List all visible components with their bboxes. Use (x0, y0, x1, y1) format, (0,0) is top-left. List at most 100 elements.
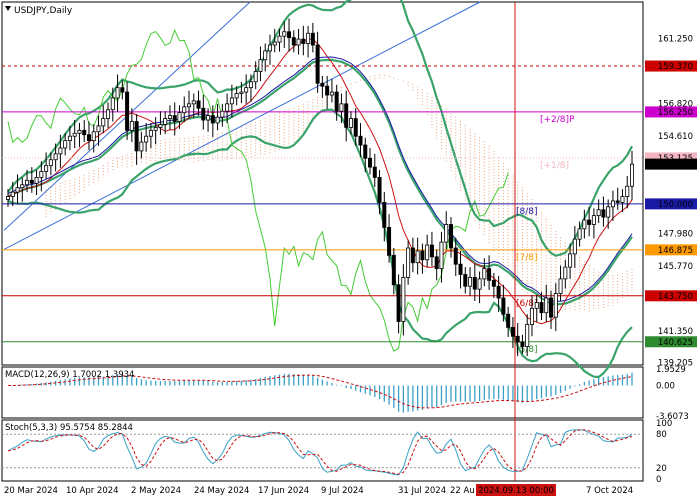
candle-body[interactable] (382, 201, 387, 228)
candle-body[interactable] (91, 131, 96, 142)
candle-body[interactable] (563, 266, 568, 280)
candle-body[interactable] (396, 284, 401, 322)
candle-body[interactable] (615, 200, 620, 203)
candle-body[interactable] (206, 115, 211, 121)
candle-body[interactable] (315, 44, 320, 84)
candle-body[interactable] (353, 118, 358, 137)
candle-body[interactable] (401, 277, 406, 322)
candle-body[interactable] (420, 250, 425, 261)
candle-body[interactable] (48, 159, 53, 167)
candle-body[interactable] (187, 103, 192, 108)
candle-body[interactable] (296, 38, 301, 46)
candle-body[interactable] (320, 82, 325, 87)
candle-body[interactable] (39, 171, 44, 178)
candle-body[interactable] (101, 118, 106, 127)
candle-body[interactable] (439, 241, 444, 269)
candle-body[interactable] (77, 129, 82, 134)
candle-body[interactable] (282, 31, 287, 37)
candle-body[interactable] (220, 110, 225, 118)
candle-body[interactable] (596, 209, 601, 217)
candle-body[interactable] (549, 297, 554, 318)
candle-body[interactable] (86, 134, 91, 142)
candle-body[interactable] (515, 335, 520, 343)
candle-body[interactable] (272, 41, 277, 46)
candle-body[interactable] (110, 97, 115, 111)
candle-body[interactable] (568, 253, 573, 268)
candle-body[interactable] (53, 153, 58, 161)
candle-body[interactable] (448, 224, 453, 249)
candle-body[interactable] (429, 244, 434, 258)
candle-body[interactable] (244, 87, 249, 93)
candle-body[interactable] (134, 121, 139, 152)
candle-body[interactable] (344, 103, 349, 128)
candle-body[interactable] (125, 91, 130, 131)
candle-body[interactable] (458, 263, 463, 275)
candle-body[interactable] (58, 147, 63, 155)
candle-body[interactable] (391, 254, 396, 286)
candle-body[interactable] (258, 59, 263, 72)
candle-body[interactable] (139, 141, 144, 152)
candle-body[interactable] (601, 209, 606, 218)
candle-body[interactable] (406, 247, 411, 278)
candle-body[interactable] (329, 91, 334, 96)
candle-body[interactable] (6, 196, 11, 200)
candles[interactable] (6, 18, 635, 357)
candle-body[interactable] (291, 37, 296, 46)
candle-body[interactable] (410, 247, 415, 264)
candle-body[interactable] (339, 103, 344, 112)
candle-body[interactable] (368, 157, 373, 168)
candle-body[interactable] (306, 32, 311, 44)
candle-body[interactable] (153, 126, 158, 131)
candle-body[interactable] (553, 293, 558, 318)
candle-body[interactable] (196, 100, 201, 109)
candle-body[interactable] (482, 268, 487, 280)
candle-body[interactable] (215, 116, 220, 124)
candle-body[interactable] (182, 106, 187, 114)
candle-body[interactable] (234, 93, 239, 99)
candle-body[interactable] (67, 135, 72, 142)
candle-body[interactable] (444, 224, 449, 243)
candle-body[interactable] (572, 238, 577, 255)
candle-body[interactable] (425, 244, 430, 261)
candle-body[interactable] (177, 112, 182, 122)
candle-body[interactable] (539, 302, 544, 314)
candle-body[interactable] (210, 115, 215, 124)
candle-body[interactable] (144, 135, 149, 143)
candle-body[interactable] (591, 215, 596, 225)
candle-body[interactable] (253, 71, 258, 83)
candle-body[interactable] (348, 118, 353, 128)
candle-body[interactable] (96, 125, 101, 133)
candle-body[interactable] (334, 91, 339, 112)
candle-body[interactable] (606, 206, 611, 218)
candle-body[interactable] (267, 44, 272, 52)
candle-body[interactable] (587, 219, 592, 225)
candle-body[interactable] (534, 302, 539, 309)
candle-body[interactable] (172, 115, 177, 122)
candle-body[interactable] (148, 129, 153, 137)
candle-body[interactable] (501, 297, 506, 315)
candle-body[interactable] (468, 277, 473, 287)
candle-body[interactable] (287, 31, 292, 39)
candle-body[interactable] (491, 279, 496, 287)
candle-body[interactable] (477, 278, 482, 290)
candle-body[interactable] (301, 38, 306, 44)
candle-body[interactable] (263, 50, 268, 61)
candle-body[interactable] (510, 327, 515, 337)
candle-body[interactable] (434, 256, 439, 269)
candle-body[interactable] (163, 118, 168, 125)
candle-body[interactable] (363, 144, 368, 159)
candle-body[interactable] (72, 132, 77, 137)
candle-body[interactable] (415, 250, 420, 264)
candle-body[interactable] (582, 219, 587, 230)
candle-body[interactable] (358, 135, 363, 146)
candle-body[interactable] (453, 247, 458, 265)
candle-body[interactable] (29, 179, 34, 184)
candle-body[interactable] (120, 87, 125, 93)
candle-body[interactable] (225, 103, 230, 112)
candle-body[interactable] (496, 285, 501, 299)
candle-body[interactable] (277, 35, 282, 43)
candle-body[interactable] (106, 109, 111, 119)
candle-body[interactable] (610, 200, 615, 208)
candle-body[interactable] (377, 176, 382, 203)
candle-body[interactable] (158, 124, 163, 128)
